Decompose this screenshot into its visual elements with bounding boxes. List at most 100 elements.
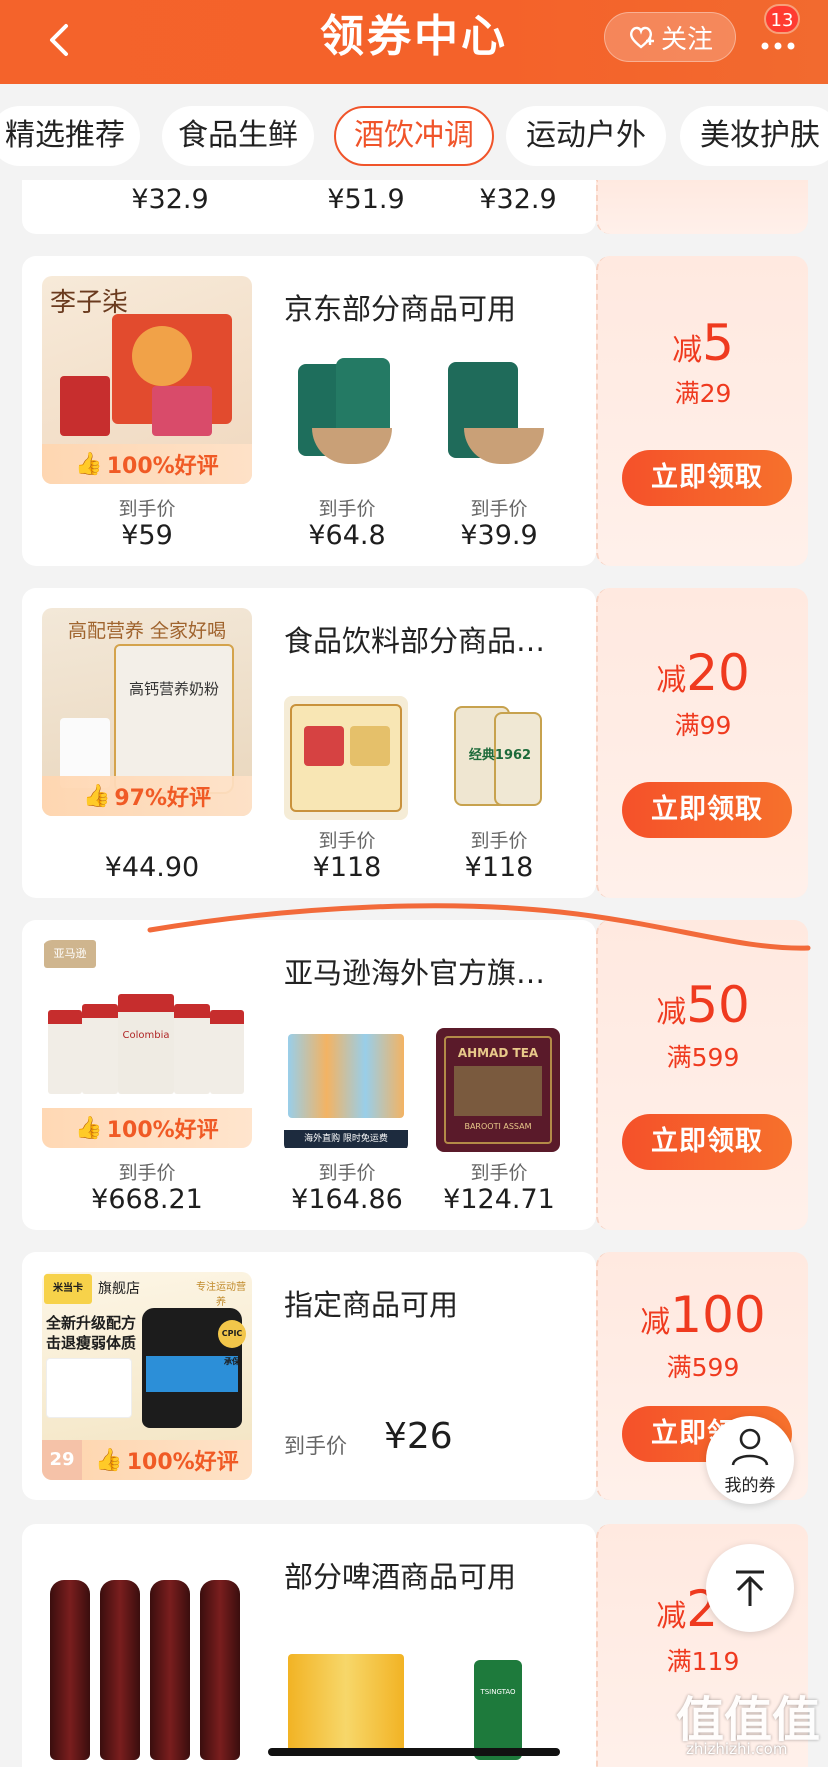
coupon-card[interactable]: 亚马逊 Colombia 👍 100%好评 亚马逊海外官方旗… 海外直购 限时免运… xyxy=(22,920,596,1230)
product-price: ¥668.21 xyxy=(91,1184,203,1215)
product-name: BAROOTI ASSAM xyxy=(464,1122,532,1131)
product-price: ¥118 xyxy=(464,852,534,883)
product-brand: TSINGTAO xyxy=(480,1688,516,1696)
price-label: 到手价 xyxy=(318,830,376,852)
coupon-scope: 亚马逊海外官方旗… xyxy=(284,956,546,990)
insurance-badge: CPIC承保 xyxy=(218,1320,246,1366)
my-coupons-label: 我的券 xyxy=(724,1475,776,1496)
follow-button[interactable]: 关注 xyxy=(604,12,736,62)
coupon-minimum: 满29 xyxy=(674,379,732,408)
coupon-panel: 减5 满29 立即领取 xyxy=(596,256,808,566)
product-image[interactable] xyxy=(436,354,560,478)
user-icon xyxy=(731,1428,769,1465)
product-price: ¥164.86 xyxy=(291,1184,403,1215)
claim-button[interactable]: 立即领取 xyxy=(622,782,792,838)
tab-featured[interactable]: 精选推荐 xyxy=(0,106,140,166)
headline: 全新升级配方 xyxy=(46,1314,137,1332)
product-image[interactable]: 经典1962 xyxy=(436,696,560,820)
thumbs-up-icon: 👍 xyxy=(82,783,111,809)
home-indicator[interactable] xyxy=(268,1748,560,1756)
header-bar: 领券中心 关注 13 xyxy=(0,0,828,84)
coupon-amount: 减50 xyxy=(656,976,750,1034)
coupon-card[interactable]: 高配营养 全家好喝 高钙营养奶粉 👍 97%好评 食品饮料部分商品… 经典1962… xyxy=(22,588,596,898)
tab-outdoor[interactable]: 运动户外 xyxy=(506,106,666,166)
price-label: 到手价 xyxy=(284,1434,347,1458)
coupon-card[interactable]: 米当卡 旗舰店 专注运动营养 全新升级配方 击退瘦弱体质 CPIC承保 29 👍… xyxy=(22,1252,596,1500)
product-image-main[interactable] xyxy=(42,1544,252,1767)
brand-logo: 亚马逊 xyxy=(44,940,96,968)
coupon-panel: 减50 满599 立即领取 xyxy=(596,920,808,1230)
heart-plus-icon xyxy=(629,26,654,49)
shop-type: 旗舰店 xyxy=(98,1281,140,1297)
product-image-main[interactable]: 李子柒 👍 100%好评 xyxy=(42,276,252,484)
coupon-card[interactable]: 李子柒 👍 100%好评 京东部分商品可用 到手价 到手价 到手价 ¥59 ¥64… xyxy=(22,256,596,566)
product-price: ¥59 xyxy=(121,520,173,551)
rating-badge: 👍 100%好评 xyxy=(42,1108,252,1148)
product-image[interactable] xyxy=(284,354,408,478)
coupon-amount: 减100 xyxy=(640,1286,766,1344)
thumbs-up-icon: 👍 xyxy=(95,1447,123,1473)
price-label: 到手价 xyxy=(470,1162,528,1184)
coupon-minimum: 满99 xyxy=(674,711,732,740)
headline: 击退瘦弱体质 xyxy=(46,1334,137,1352)
rating-badge: 👍 100%好评 xyxy=(82,1440,252,1480)
coupon-scope: 京东部分商品可用 xyxy=(284,292,517,326)
product-image[interactable] xyxy=(284,696,408,820)
arrow-up-icon xyxy=(736,1570,764,1606)
category-tabs: 精选推荐 食品生鲜 酒饮冲调 运动户外 美妆护肤 xyxy=(0,84,828,180)
follow-label: 关注 xyxy=(660,24,713,55)
price-label: 到手价 xyxy=(118,1162,176,1184)
product-image-main[interactable]: 高配营养 全家好喝 高钙营养奶粉 👍 97%好评 xyxy=(42,608,252,816)
tab-drinks[interactable]: 酒饮冲调 xyxy=(334,106,494,166)
watermark-url: zhizhizhi.com xyxy=(686,1740,788,1758)
slogan: 高配营养 全家好喝 xyxy=(67,620,227,642)
product-image[interactable]: 海外直购 限时免运费 xyxy=(284,1028,408,1152)
product-name: Colombia xyxy=(122,1030,170,1041)
coupon-amount: 减5 xyxy=(672,314,734,372)
product-price: ¥51.9 xyxy=(327,184,405,215)
coupon-amount: 减20 xyxy=(656,644,750,702)
coupon-card[interactable]: 部分啤酒商品可用 TSINGTAO xyxy=(22,1524,596,1767)
product-price: ¥124.71 xyxy=(443,1184,555,1215)
coupon-minimum: 满599 xyxy=(666,1043,740,1072)
promo-tag: 海外直购 限时免运费 xyxy=(284,1130,408,1148)
price-label: 到手价 xyxy=(318,498,376,520)
rating-badge: 👍 97%好评 xyxy=(42,776,252,816)
coupon-scope: 食品饮料部分商品… xyxy=(284,624,546,658)
price-label: 到手价 xyxy=(470,830,528,852)
thumbs-up-icon: 👍 xyxy=(75,451,103,477)
claim-button[interactable]: 立即领取 xyxy=(622,450,792,506)
tab-beauty[interactable]: 美妆护肤 xyxy=(680,106,828,166)
coupon-card-partial[interactable]: ¥32.9 ¥51.9 ¥32.9 xyxy=(22,180,596,234)
price-label: 到手价 xyxy=(118,498,176,520)
product-image-main[interactable]: 亚马逊 Colombia 👍 100%好评 xyxy=(42,940,252,1148)
tab-fresh-food[interactable]: 食品生鲜 xyxy=(162,106,314,166)
thumbs-up-icon: 👍 xyxy=(75,1115,103,1141)
product-image[interactable]: AHMAD TEA BAROOTI ASSAM xyxy=(436,1028,560,1152)
my-coupons-button[interactable]: 我的券 xyxy=(706,1416,794,1504)
product-name: 高钙营养奶粉 xyxy=(128,680,219,698)
price-label: 到手价 xyxy=(470,498,528,520)
product-price: ¥32.9 xyxy=(479,184,557,215)
product-tag: 专注运动营养 xyxy=(196,1282,246,1308)
coupon-minimum: 满599 xyxy=(666,1353,740,1382)
coupon-minimum: 满119 xyxy=(666,1647,740,1676)
product-price: ¥44.90 xyxy=(104,852,200,883)
product-brand: AHMAD TEA xyxy=(457,1046,539,1060)
claim-button[interactable]: 立即领取 xyxy=(622,1114,792,1170)
price-stub: 29 xyxy=(42,1440,82,1480)
coupon-scope: 指定商品可用 xyxy=(284,1288,459,1322)
product-price: ¥32.9 xyxy=(131,184,209,215)
product-price: ¥118 xyxy=(312,852,382,883)
product-image-main[interactable]: 米当卡 旗舰店 专注运动营养 全新升级配方 击退瘦弱体质 CPIC承保 29 👍… xyxy=(42,1272,252,1480)
rating-badge: 👍 100%好评 xyxy=(42,444,252,484)
product-price: ¥26 xyxy=(384,1416,453,1457)
back-to-top-button[interactable] xyxy=(706,1544,794,1632)
price-label: 到手价 xyxy=(318,1162,376,1184)
coupon-scope: 部分啤酒商品可用 xyxy=(284,1560,517,1594)
product-price: ¥64.8 xyxy=(308,520,386,551)
coupon-panel: 减20 满99 立即领取 xyxy=(596,588,808,898)
product-price: ¥39.9 xyxy=(460,520,538,551)
brand-logo: 米当卡 xyxy=(44,1274,92,1304)
notification-badge: 13 xyxy=(764,4,800,34)
